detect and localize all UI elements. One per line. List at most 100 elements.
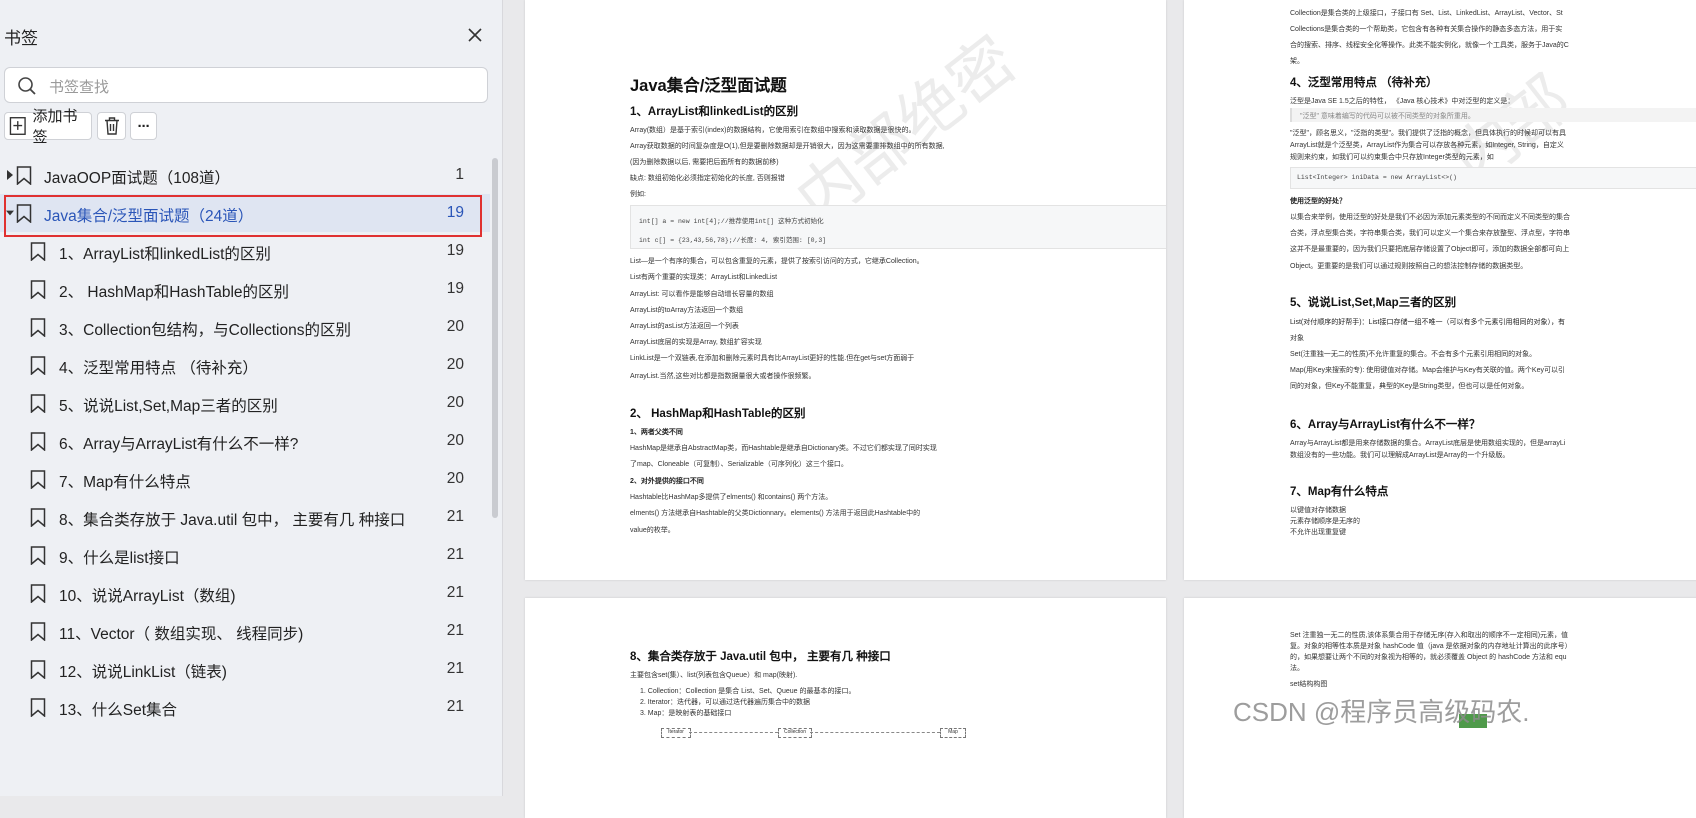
bookmark-item[interactable]: 11、Vector（ 数组实现、 线程同步) 21 [0,612,490,650]
bookmark-item[interactable]: 1、ArrayList和linkedList的区别 19 [0,232,490,270]
bookmark-item[interactable]: 5、说说List,Set,Map三者的区别 20 [0,384,490,422]
document-page: 8、集合类存放于 Java.util 包中， 主要有几 种接口 主要包含set(… [525,598,1166,818]
bookmark-item[interactable]: 3、Collection包结构，与Collections的区别 20 [0,308,490,346]
bookmark-page: 21 [446,660,464,677]
bookmark-icon [30,432,46,451]
bookmark-page: 20 [446,432,464,449]
code-line: int[] a = new int[4];//推荐使用int[] 这种方式初始化 [639,218,824,225]
paragraph-line: Array(数组）是基于索引(index)的数据结构，它使用索引在数组中搜索和读… [630,127,916,134]
paragraph-line: Array获取数据的时间复杂度是O(1),但是要删除数据却是开销很大，因为这需要… [630,143,945,150]
bookmark-item[interactable]: 7、Map有什么特点 20 [0,460,490,498]
paragraph-line: (因为删除数据以后, 需要把后面所有的数据前移) [630,159,779,166]
section-heading: 5、说说List,Set,Map三者的区别 [1290,297,1457,309]
bookmark-page: 19 [446,204,464,221]
paragraph-bold: 使用泛型的好处？ [1290,198,1346,205]
paragraph-line: "泛型"，顾名思义，"泛指的类型"。我们提供了泛指的概念，但具体执行的时候却可以… [1290,130,1566,137]
bookmark-sidebar: 书签 添加书签 ··· JavaOOP面试题（108道） 1 Java集合/泛型… [0,0,503,796]
paragraph-line: value的枚举。 [630,527,675,534]
paragraph-line: 复。对象的相等性本质是对象 hashCode 值（java 是依据对象的内存地址… [1290,643,1572,650]
bookmark-icon [30,622,46,641]
bookmark-page: 19 [446,242,464,259]
close-icon[interactable] [464,24,486,46]
bookmark-item[interactable]: 6、Array与ArrayList有什么不一样? 20 [0,422,490,460]
bookmark-page: 21 [446,584,464,601]
diagram-node: Iterator [661,728,691,738]
paragraph-line: 的，如果想要让两个不同的对象视为相等的，就必须覆盖 Object 的 hashC… [1290,654,1567,661]
bookmark-icon [30,698,46,717]
bookmark-item[interactable]: JavaOOP面试题（108道） 1 [0,156,490,194]
section-heading: 2、 HashMap和HashTable的区别 [630,408,806,420]
sidebar-scrollbar[interactable] [492,158,498,518]
paragraph-line: ArrayList底层的实现是Array, 数组扩容实现 [630,339,762,346]
section-heading: 6、Array与ArrayList有什么不一样？ [1290,419,1481,431]
add-bookmark-icon [9,117,26,135]
bookmark-item[interactable]: 10、说说ArrayList（数组) 21 [0,574,490,612]
diagram-edge [689,732,778,733]
bookmark-item[interactable]: 13、什么Set集合 21 [0,688,490,726]
collapsed-arrow-icon[interactable] [6,170,14,180]
more-button[interactable]: ··· [130,112,157,140]
bookmark-label: 3、Collection包结构，与Collections的区别 [59,322,351,339]
paragraph-line: 例如: [630,191,646,198]
paragraph-line: 泛型是Java SE 1.5之后的特性， 《Java 核心技术》中对泛型的定义是… [1290,98,1515,105]
bookmark-page: 20 [446,470,464,487]
paragraph-line: ArrayList就是个泛型类，ArrayList作为集合可以存放各种元素，如I… [1290,142,1564,149]
bookmark-page: 20 [446,394,464,411]
paragraph-line: set结构构图 [1290,681,1328,688]
bookmark-label: Java集合/泛型面试题（24道） [44,208,254,225]
bookmark-label: 8、集合类存放于 Java.util 包中， 主要有几 种接口 [59,512,406,529]
bookmark-page: 20 [446,356,464,373]
bookmark-label: 7、Map有什么特点 [59,474,191,491]
diagram-node: Map [940,728,966,738]
bookmark-icon [30,280,46,299]
bookmark-label: 5、说说List,Set,Map三者的区别 [59,398,278,415]
bookmark-label: 12、说说LinkList（链表) [59,664,227,681]
paragraph-line: List有两个重要的实现类：ArrayList和LinkedList [630,274,778,281]
paragraph-line: LinkList是一个双链表,在添加和删除元素时具有比ArrayList更好的性… [630,355,915,362]
bookmark-list: JavaOOP面试题（108道） 1 Java集合/泛型面试题（24道） 19 … [0,156,490,726]
paragraph-line: List(对付顺序的好帮手)：List接口存储一组不唯一（可以有多个元素引用相同… [1290,319,1565,326]
add-bookmark-button[interactable]: 添加书签 [4,108,92,146]
expanded-arrow-icon[interactable] [6,208,14,218]
paragraph-line: 法。 [1290,665,1304,672]
paragraph-line: 对象 [1290,335,1304,342]
paragraph-line: elments() 方法继承自Hashtable的父类Dictionnary。e… [630,510,921,517]
csdn-watermark: CSDN @程序员高级码农. [1233,697,1530,727]
section-heading: 7、Map有什么特点 [1290,486,1389,498]
quote-block: "泛型" 意味着编写的代码可以被不同类型的对象所重用。 [1290,108,1696,122]
code-block: List<Integer> iniData = new ArrayList<>(… [1290,167,1696,189]
paragraph-line: ArrayList的asList方法返回一个列表 [630,323,739,330]
paragraph-line: 了map、Cloneable（可复制）、Serializable（可序列化）这三… [630,461,848,468]
paragraph-line: 合的搜索、排序、线程安全化等操作。此类不能实例化，就像一个工具类，服务于Java… [1290,42,1569,49]
bookmark-search[interactable] [4,67,488,103]
paragraph-line: 同的对象，但Key不能重复，典型的Key是String类型，但也可以是任何对象。 [1290,383,1529,390]
paragraph-line: 规则来约束，如我们可以约束集合中只存放Integer类型的元素，如 [1290,154,1494,161]
bookmark-item[interactable]: 4、泛型常用特点 （待补充） 20 [0,346,490,384]
paragraph-bold: 2、对外提供的接口不同 [630,478,704,485]
bookmark-icon [30,318,46,337]
bookmark-label: 1、ArrayList和linkedList的区别 [59,246,271,263]
document-page: 内部 Collection是集合类的上级接口，子接口有 Set、List、Lin… [1184,0,1696,580]
code-line: List<Integer> iniData = new ArrayList<>(… [1297,174,1457,181]
bookmark-icon [30,508,46,527]
paragraph-bold: 1、两者父类不同 [630,429,683,436]
bookmark-icon [30,394,46,413]
search-input[interactable] [47,74,471,100]
bookmark-icon [30,356,46,375]
bookmark-page: 21 [446,622,464,639]
paragraph-line: Set(注重独一无二的性质)不允许重复的集合。不会有多个元素引用相同的对象。 [1290,351,1537,358]
bookmark-item[interactable]: 2、 HashMap和HashTable的区别 19 [0,270,490,308]
bookmark-item[interactable]: 9、什么是list接口 21 [0,536,490,574]
bookmark-item[interactable]: 12、说说LinkList（链表) 21 [0,650,490,688]
bookmark-label: 2、 HashMap和HashTable的区别 [59,284,290,301]
delete-bookmark-button[interactable] [97,112,126,140]
bookmark-item-selected[interactable]: Java集合/泛型面试题（24道） 19 [0,194,490,232]
code-block: int[] a = new int[4];//推荐使用int[] 这种方式初始化… [630,205,1166,249]
bookmark-item[interactable]: 8、集合类存放于 Java.util 包中， 主要有几 种接口 21 [0,498,490,536]
bookmark-icon [30,584,46,603]
paragraph-line: 数组没有的一些功能。我们可以理解成ArrayList是Array的一个升级版。 [1290,452,1510,459]
bookmark-page: 21 [446,546,464,563]
paragraph-line: Collection是集合类的上级接口，子接口有 Set、List、Linked… [1290,10,1563,17]
section-heading: 4、泛型常用特点 （待补充） [1290,77,1438,89]
paragraph-line: 1. Collection：Collection 是集合 List、Set、Qu… [640,688,856,695]
